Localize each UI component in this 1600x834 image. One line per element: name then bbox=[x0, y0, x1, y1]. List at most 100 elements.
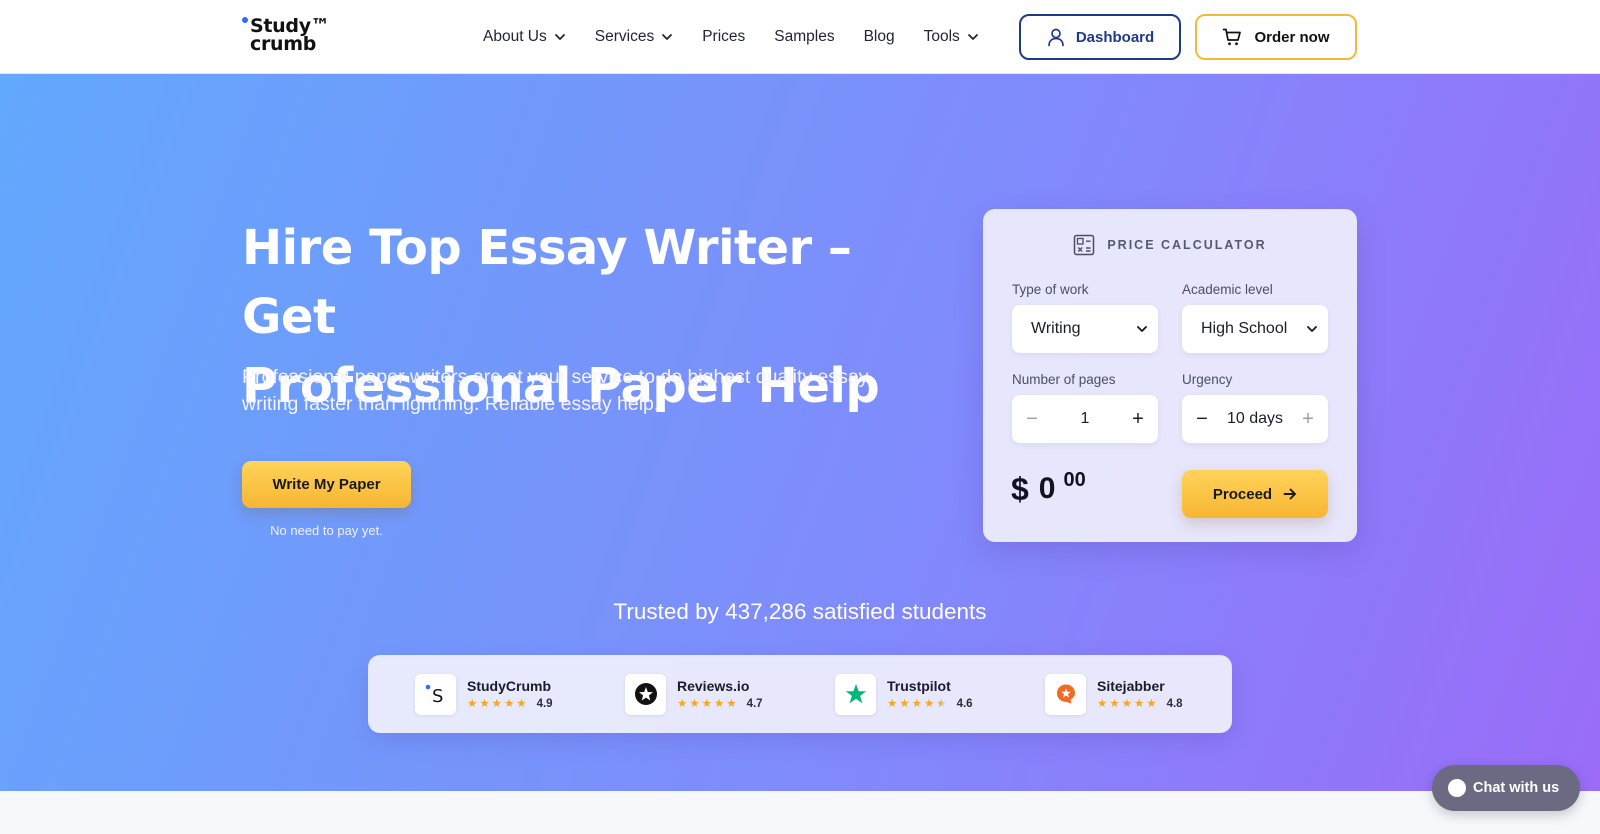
urgency-decrement-button[interactable]: − bbox=[1194, 409, 1210, 429]
half-star-icon: ★ bbox=[936, 698, 947, 710]
review-studycrumb[interactable]: S StudyCrumb ★ ★ ★ ★ ★ 4.9 bbox=[415, 673, 553, 715]
pages-value[interactable]: 1 bbox=[1081, 410, 1090, 428]
number-of-pages-label: Number of pages bbox=[1012, 372, 1116, 387]
star-icon: ★ bbox=[1146, 698, 1157, 710]
nav-about-us-label: About Us bbox=[483, 28, 547, 45]
nav-samples-label: Samples bbox=[774, 28, 835, 45]
rating-value: 4.6 bbox=[956, 698, 973, 710]
reviews-io-logo-icon bbox=[625, 673, 666, 715]
star-icon: ★ bbox=[677, 698, 688, 710]
chevron-down-icon bbox=[967, 31, 979, 43]
type-of-work-label: Type of work bbox=[1012, 282, 1089, 297]
logo-text-line2: crumb bbox=[250, 33, 317, 55]
star-rating: ★ ★ ★ ★ ★ 4.8 bbox=[1097, 698, 1183, 710]
review-trustpilot[interactable]: Trustpilot ★ ★ ★ ★ ★ 4.6 bbox=[835, 673, 973, 715]
nav-prices-label: Prices bbox=[702, 28, 746, 45]
price-calculator: PRICE CALCULATOR Type of work Writing Ac… bbox=[983, 209, 1357, 542]
hero-title-line1: Hire Top Essay Writer – Get bbox=[242, 220, 852, 345]
nav-blog[interactable]: Blog bbox=[864, 28, 895, 46]
star-icon: ★ bbox=[726, 698, 737, 710]
star-icon: ★ bbox=[491, 698, 502, 710]
nav-tools-label: Tools bbox=[923, 28, 960, 45]
chat-with-us-button[interactable]: Chat with us bbox=[1432, 765, 1580, 811]
star-icon: ★ bbox=[689, 698, 700, 710]
academic-level-label: Academic level bbox=[1182, 282, 1273, 297]
arrow-right-icon bbox=[1283, 488, 1297, 500]
star-icon: ★ bbox=[1109, 698, 1120, 710]
type-of-work-select[interactable]: Writing bbox=[1012, 305, 1158, 353]
calculator-icon bbox=[1074, 234, 1095, 256]
chevron-down-icon bbox=[1307, 326, 1317, 332]
star-icon: ★ bbox=[899, 698, 910, 710]
academic-level-value: High School bbox=[1201, 320, 1288, 337]
type-of-work-value: Writing bbox=[1031, 320, 1081, 337]
studycrumb-logo[interactable]: Study™ crumb bbox=[242, 15, 342, 55]
dashboard-button[interactable]: Dashboard bbox=[1019, 14, 1181, 60]
user-icon bbox=[1047, 28, 1064, 47]
nav-services-label: Services bbox=[594, 28, 655, 45]
academic-level-select[interactable]: High School bbox=[1182, 305, 1328, 353]
rating-value: 4.7 bbox=[746, 698, 763, 710]
star-icon: ★ bbox=[1133, 698, 1145, 710]
cart-icon bbox=[1223, 28, 1242, 46]
star-icon: ★ bbox=[1097, 698, 1108, 710]
urgency-label: Urgency bbox=[1182, 372, 1233, 387]
review-reviews-io[interactable]: Reviews.io ★ ★ ★ ★ ★ 4.7 bbox=[625, 673, 763, 715]
main-nav: About Us Services Prices Samples Blog To… bbox=[483, 26, 1008, 48]
price-total: $ 0 00 bbox=[1011, 470, 1086, 507]
pages-stepper: − 1 + bbox=[1012, 395, 1158, 443]
review-source-name: StudyCrumb bbox=[467, 678, 551, 694]
order-now-button-label: Order now bbox=[1254, 28, 1330, 46]
dashboard-button-label: Dashboard bbox=[1075, 28, 1155, 46]
star-icon: ★ bbox=[701, 698, 712, 710]
star-rating: ★ ★ ★ ★ ★ 4.9 bbox=[467, 698, 553, 710]
pages-decrement-button[interactable]: − bbox=[1024, 409, 1040, 429]
pages-increment-button[interactable]: + bbox=[1130, 409, 1146, 429]
hero-subtitle: Professional paper writers are at your s… bbox=[242, 366, 869, 415]
chevron-down-icon bbox=[661, 31, 673, 43]
star-icon: ★ bbox=[503, 698, 515, 710]
nav-services[interactable]: Services bbox=[595, 28, 673, 46]
write-my-paper-label: Write My Paper bbox=[272, 476, 381, 493]
calculator-title: PRICE CALCULATOR bbox=[1107, 238, 1267, 252]
urgency-value[interactable]: 10 days bbox=[1227, 410, 1283, 428]
star-rating: ★ ★ ★ ★ ★ 4.7 bbox=[677, 698, 763, 710]
rating-value: 4.9 bbox=[536, 698, 553, 710]
no-payment-note: No need to pay yet. bbox=[270, 523, 383, 538]
sitejabber-logo-icon bbox=[1045, 673, 1086, 715]
review-sitejabber[interactable]: Sitejabber ★ ★ ★ ★ ★ 4.8 bbox=[1045, 673, 1183, 715]
nav-blog-label: Blog bbox=[863, 28, 895, 45]
star-icon: ★ bbox=[1121, 698, 1132, 710]
hero-section: Hire Top Essay Writer – Get Professional… bbox=[0, 74, 1600, 791]
review-source-name: Sitejabber bbox=[1097, 678, 1165, 694]
nav-prices[interactable]: Prices bbox=[702, 28, 745, 46]
site-header: Study™ crumb About Us Services Prices Sa… bbox=[0, 0, 1600, 74]
nav-samples[interactable]: Samples bbox=[774, 28, 834, 46]
trusted-headline: Trusted by 437,286 satisfied students bbox=[613, 599, 987, 624]
review-source-name: Trustpilot bbox=[887, 678, 951, 694]
price-currency: $ bbox=[1011, 471, 1029, 507]
chevron-down-icon bbox=[1137, 326, 1147, 332]
rating-value: 4.8 bbox=[1166, 698, 1183, 710]
star-icon: ★ bbox=[923, 698, 935, 710]
studycrumb-logo-icon: S bbox=[415, 673, 456, 715]
urgency-increment-button[interactable]: + bbox=[1300, 409, 1316, 429]
star-rating: ★ ★ ★ ★ ★ 4.6 bbox=[887, 698, 973, 710]
nav-about-us[interactable]: About Us bbox=[483, 28, 566, 46]
chat-bubble-icon bbox=[1448, 779, 1466, 797]
star-icon: ★ bbox=[713, 698, 725, 710]
review-source-name: Reviews.io bbox=[677, 678, 750, 694]
order-now-button[interactable]: Order now bbox=[1195, 14, 1357, 60]
star-icon: ★ bbox=[887, 698, 898, 710]
write-my-paper-button[interactable]: Write My Paper bbox=[242, 461, 411, 508]
chat-label: Chat with us bbox=[1473, 780, 1560, 796]
trustpilot-logo-icon bbox=[835, 673, 876, 715]
proceed-button-label: Proceed bbox=[1212, 485, 1273, 503]
proceed-button[interactable]: Proceed bbox=[1182, 470, 1328, 518]
star-icon: ★ bbox=[467, 698, 478, 710]
nav-tools[interactable]: Tools bbox=[924, 28, 979, 46]
price-amount: 0 bbox=[1038, 472, 1056, 505]
calculator-header: PRICE CALCULATOR bbox=[983, 234, 1357, 256]
urgency-stepper: − 10 days + bbox=[1182, 395, 1328, 443]
star-icon: ★ bbox=[911, 698, 922, 710]
